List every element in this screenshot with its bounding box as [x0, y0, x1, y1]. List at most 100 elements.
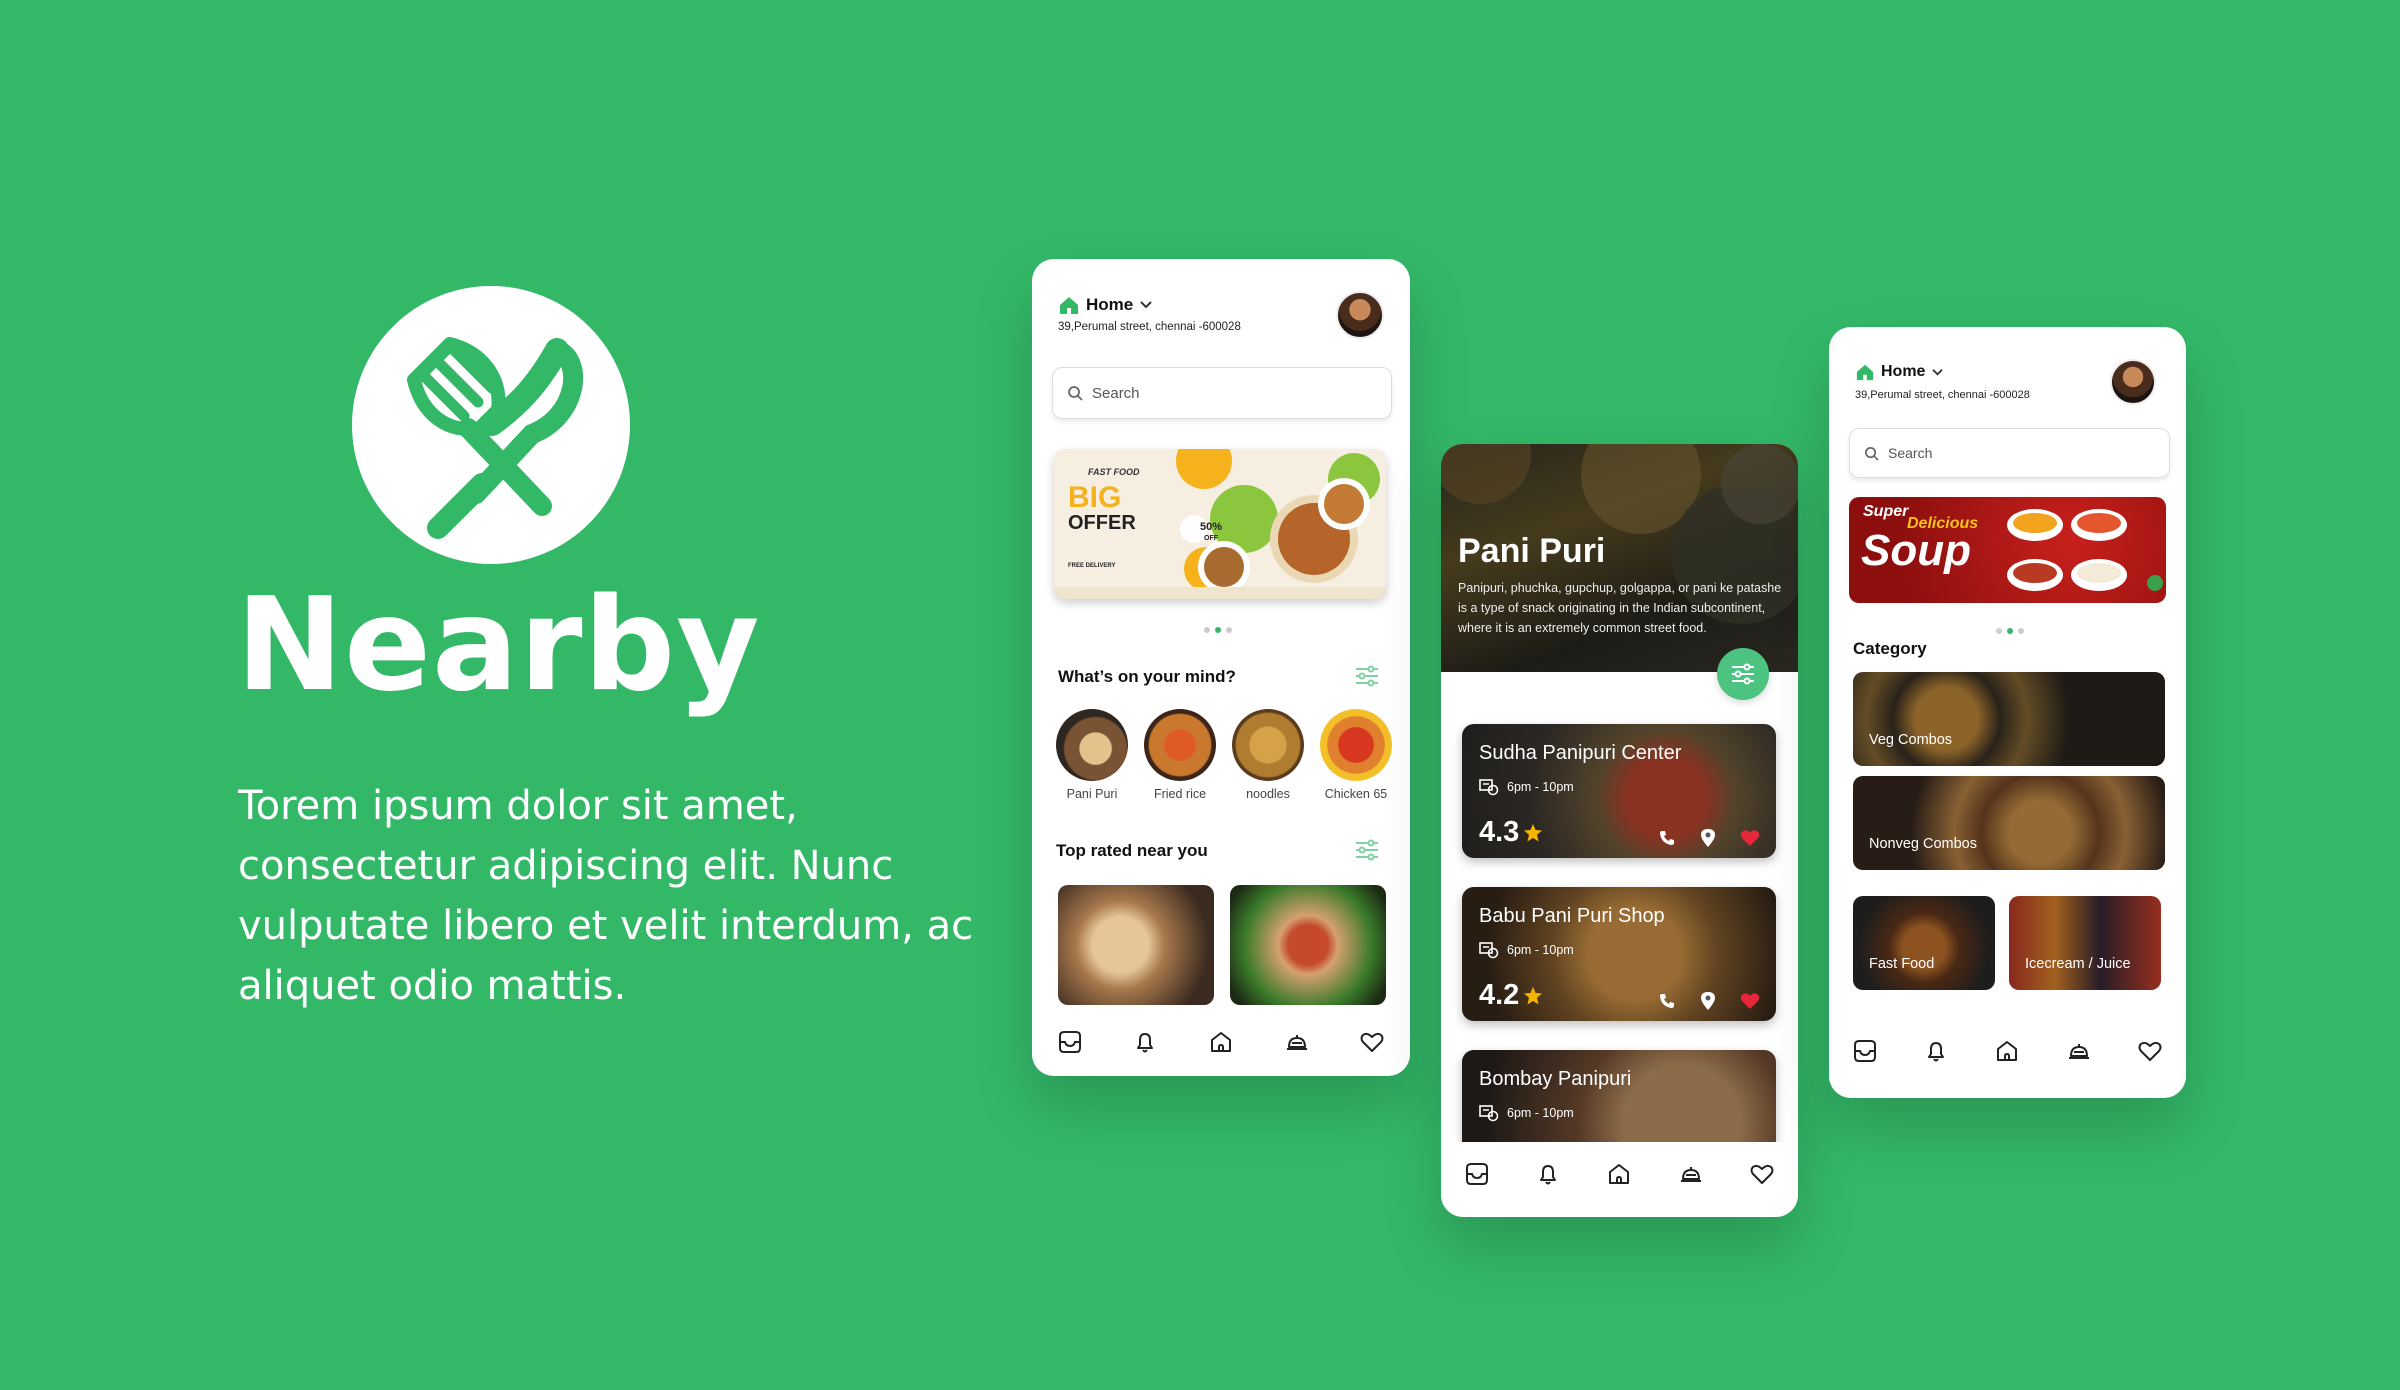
tray-icon[interactable] [1463, 1160, 1491, 1188]
address-text: 39,Perumal street, chennai -600028 [1058, 321, 1241, 333]
category-item[interactable]: Pani Puri [1054, 709, 1130, 801]
detail-description: Panipuri, phuchka, gupchup, golgappa, or… [1458, 581, 1782, 635]
promo-discount-suffix: OFF [1204, 535, 1218, 542]
cloche-icon[interactable] [2065, 1037, 2093, 1065]
heart-icon[interactable] [1740, 992, 1760, 1010]
category-item[interactable]: Chicken 65 [1318, 709, 1394, 801]
phone-icon[interactable] [1658, 829, 1676, 847]
delivery-clock-icon [1479, 1105, 1499, 1122]
category-item[interactable]: Fried rice [1142, 709, 1218, 801]
category-photo [1056, 709, 1128, 781]
chevron-down-icon[interactable] [1931, 368, 1944, 377]
filter-button[interactable] [1717, 648, 1769, 700]
cloche-icon[interactable] [1283, 1028, 1311, 1056]
category-card-label: Veg Combos [1869, 732, 1953, 748]
soup-banner-line-1: Super [1863, 503, 1909, 520]
category-section-title: Category [1853, 639, 1927, 658]
tray-icon[interactable] [1851, 1037, 1879, 1065]
filter-icon[interactable] [1354, 839, 1380, 861]
bottom-nav [1032, 1010, 1410, 1074]
category-label: Pani Puri [1066, 787, 1118, 801]
location-label: Home [1086, 295, 1134, 314]
delivery-clock-icon [1479, 942, 1499, 959]
top-rated-card[interactable] [1058, 885, 1214, 1005]
phone-icon[interactable] [1658, 992, 1676, 1010]
category-label: Fried rice [1153, 787, 1207, 801]
home-icon[interactable] [1605, 1160, 1633, 1188]
carousel-dots[interactable] [1996, 628, 2024, 634]
star-icon [1524, 823, 1543, 841]
bell-icon[interactable] [1534, 1160, 1562, 1188]
home-pin-icon [1856, 364, 1874, 381]
heart-icon[interactable] [2136, 1037, 2164, 1065]
category-card[interactable]: Icecream / Juice [2009, 896, 2161, 990]
shop-card[interactable]: Sudha Panipuri Center 6pm - 10pm 4.3 [1462, 724, 1776, 858]
bell-icon[interactable] [1922, 1037, 1950, 1065]
promo-brand: FAST FOOD [1088, 467, 1140, 477]
category-card[interactable]: Veg Combos [1853, 672, 2165, 766]
category-photo [1320, 709, 1392, 781]
category-photo [1232, 709, 1304, 781]
avatar[interactable] [2110, 359, 2156, 405]
top-rated-card[interactable] [1230, 885, 1386, 1005]
home-icon[interactable] [1207, 1028, 1235, 1056]
star-icon [1524, 986, 1543, 1004]
soup-banner[interactable]: Super Delicious Soup [1849, 497, 2166, 603]
category-card-label: Nonveg Combos [1869, 836, 1977, 852]
shop-card[interactable]: Bombay Panipuri 6pm - 10pm [1462, 1050, 1776, 1142]
shop-rating-value: 4.3 [1479, 816, 1520, 848]
location-pin-icon[interactable] [1700, 991, 1716, 1011]
home-pin-icon [1060, 297, 1078, 314]
category-label: noodles [1246, 787, 1290, 801]
brand-name: Nearby [236, 571, 761, 720]
bell-icon[interactable] [1131, 1028, 1159, 1056]
search-placeholder: Search [1092, 384, 1140, 402]
search-input[interactable]: Search [1052, 367, 1392, 419]
heart-icon[interactable] [1740, 829, 1760, 847]
category-scroller: Pani Puri Fried rice noodles Chicken 65 [1054, 709, 1394, 801]
category-item[interactable]: noodles [1230, 709, 1306, 801]
search-icon [1865, 446, 1879, 461]
shop-rating: 4.3 [1479, 816, 1543, 849]
shop-card[interactable]: Babu Pani Puri Shop 6pm - 10pm 4.2 [1462, 887, 1776, 1021]
detail-title: Pani Puri [1458, 532, 1606, 570]
detail-hero: Pani Puri Panipuri, phuchka, gupchup, go… [1441, 444, 1798, 672]
shop-hours-text: 6pm - 10pm [1507, 780, 1574, 794]
category-card[interactable]: Nonveg Combos [1853, 776, 2165, 870]
category-card-label: Fast Food [1869, 956, 1935, 972]
category-photo [1144, 709, 1216, 781]
filter-icon[interactable] [1354, 665, 1380, 687]
shop-hours: 6pm - 10pm [1479, 941, 1574, 959]
tray-icon[interactable] [1056, 1028, 1084, 1056]
location-header[interactable]: Home 39,Perumal street, chennai -600028 [1058, 291, 1384, 345]
category-card[interactable]: Fast Food [1853, 896, 1995, 990]
promo-headline-1: BIG [1068, 481, 1122, 514]
address-text: 39,Perumal street, chennai -600028 [1855, 389, 2030, 401]
promo-banner[interactable]: FAST FOOD BIG OFFER 50% OFF FREE DELIVER… [1054, 449, 1386, 599]
location-label: Home [1881, 363, 1926, 380]
chevron-down-icon[interactable] [1139, 300, 1153, 310]
app-logo [352, 286, 630, 564]
filter-icon [1732, 663, 1754, 685]
shop-hours: 6pm - 10pm [1479, 778, 1574, 796]
carousel-dots[interactable] [1204, 627, 1232, 633]
shop-actions [1658, 828, 1760, 848]
promo-note: FREE DELIVERY [1068, 563, 1116, 569]
location-header[interactable]: Home 39,Perumal street, chennai -600028 [1855, 359, 2156, 413]
shop-hours-text: 6pm - 10pm [1507, 1106, 1574, 1120]
cloche-icon[interactable] [1677, 1160, 1705, 1188]
avatar[interactable] [1336, 291, 1384, 339]
shop-rating: 4.2 [1479, 979, 1543, 1012]
search-icon [1068, 386, 1083, 401]
shop-name: Bombay Panipuri [1479, 1068, 1632, 1090]
heart-icon[interactable] [1358, 1028, 1386, 1056]
heart-icon[interactable] [1748, 1160, 1776, 1188]
brand-tagline: Torem ipsum dolor sit amet, consectetur … [238, 783, 974, 1009]
location-pin-icon[interactable] [1700, 828, 1716, 848]
detail-screen: Pani Puri Panipuri, phuchka, gupchup, go… [1441, 444, 1798, 1217]
top-rated-title: Top rated near you [1056, 841, 1208, 860]
soup-banner-line-3: Soup [1861, 526, 1971, 575]
search-input[interactable]: Search [1849, 428, 2170, 478]
shop-actions [1658, 991, 1760, 1011]
home-icon[interactable] [1993, 1037, 2021, 1065]
